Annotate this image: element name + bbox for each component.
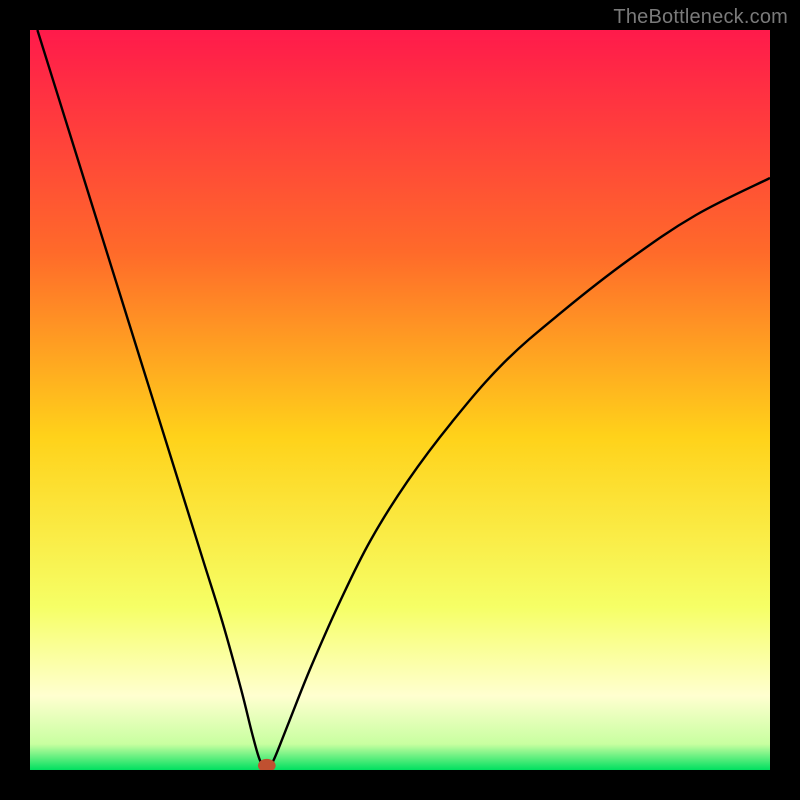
chart-background	[30, 30, 770, 770]
chart-plot	[30, 30, 770, 770]
chart-frame: TheBottleneck.com	[0, 0, 800, 800]
watermark-text: TheBottleneck.com	[613, 6, 788, 29]
